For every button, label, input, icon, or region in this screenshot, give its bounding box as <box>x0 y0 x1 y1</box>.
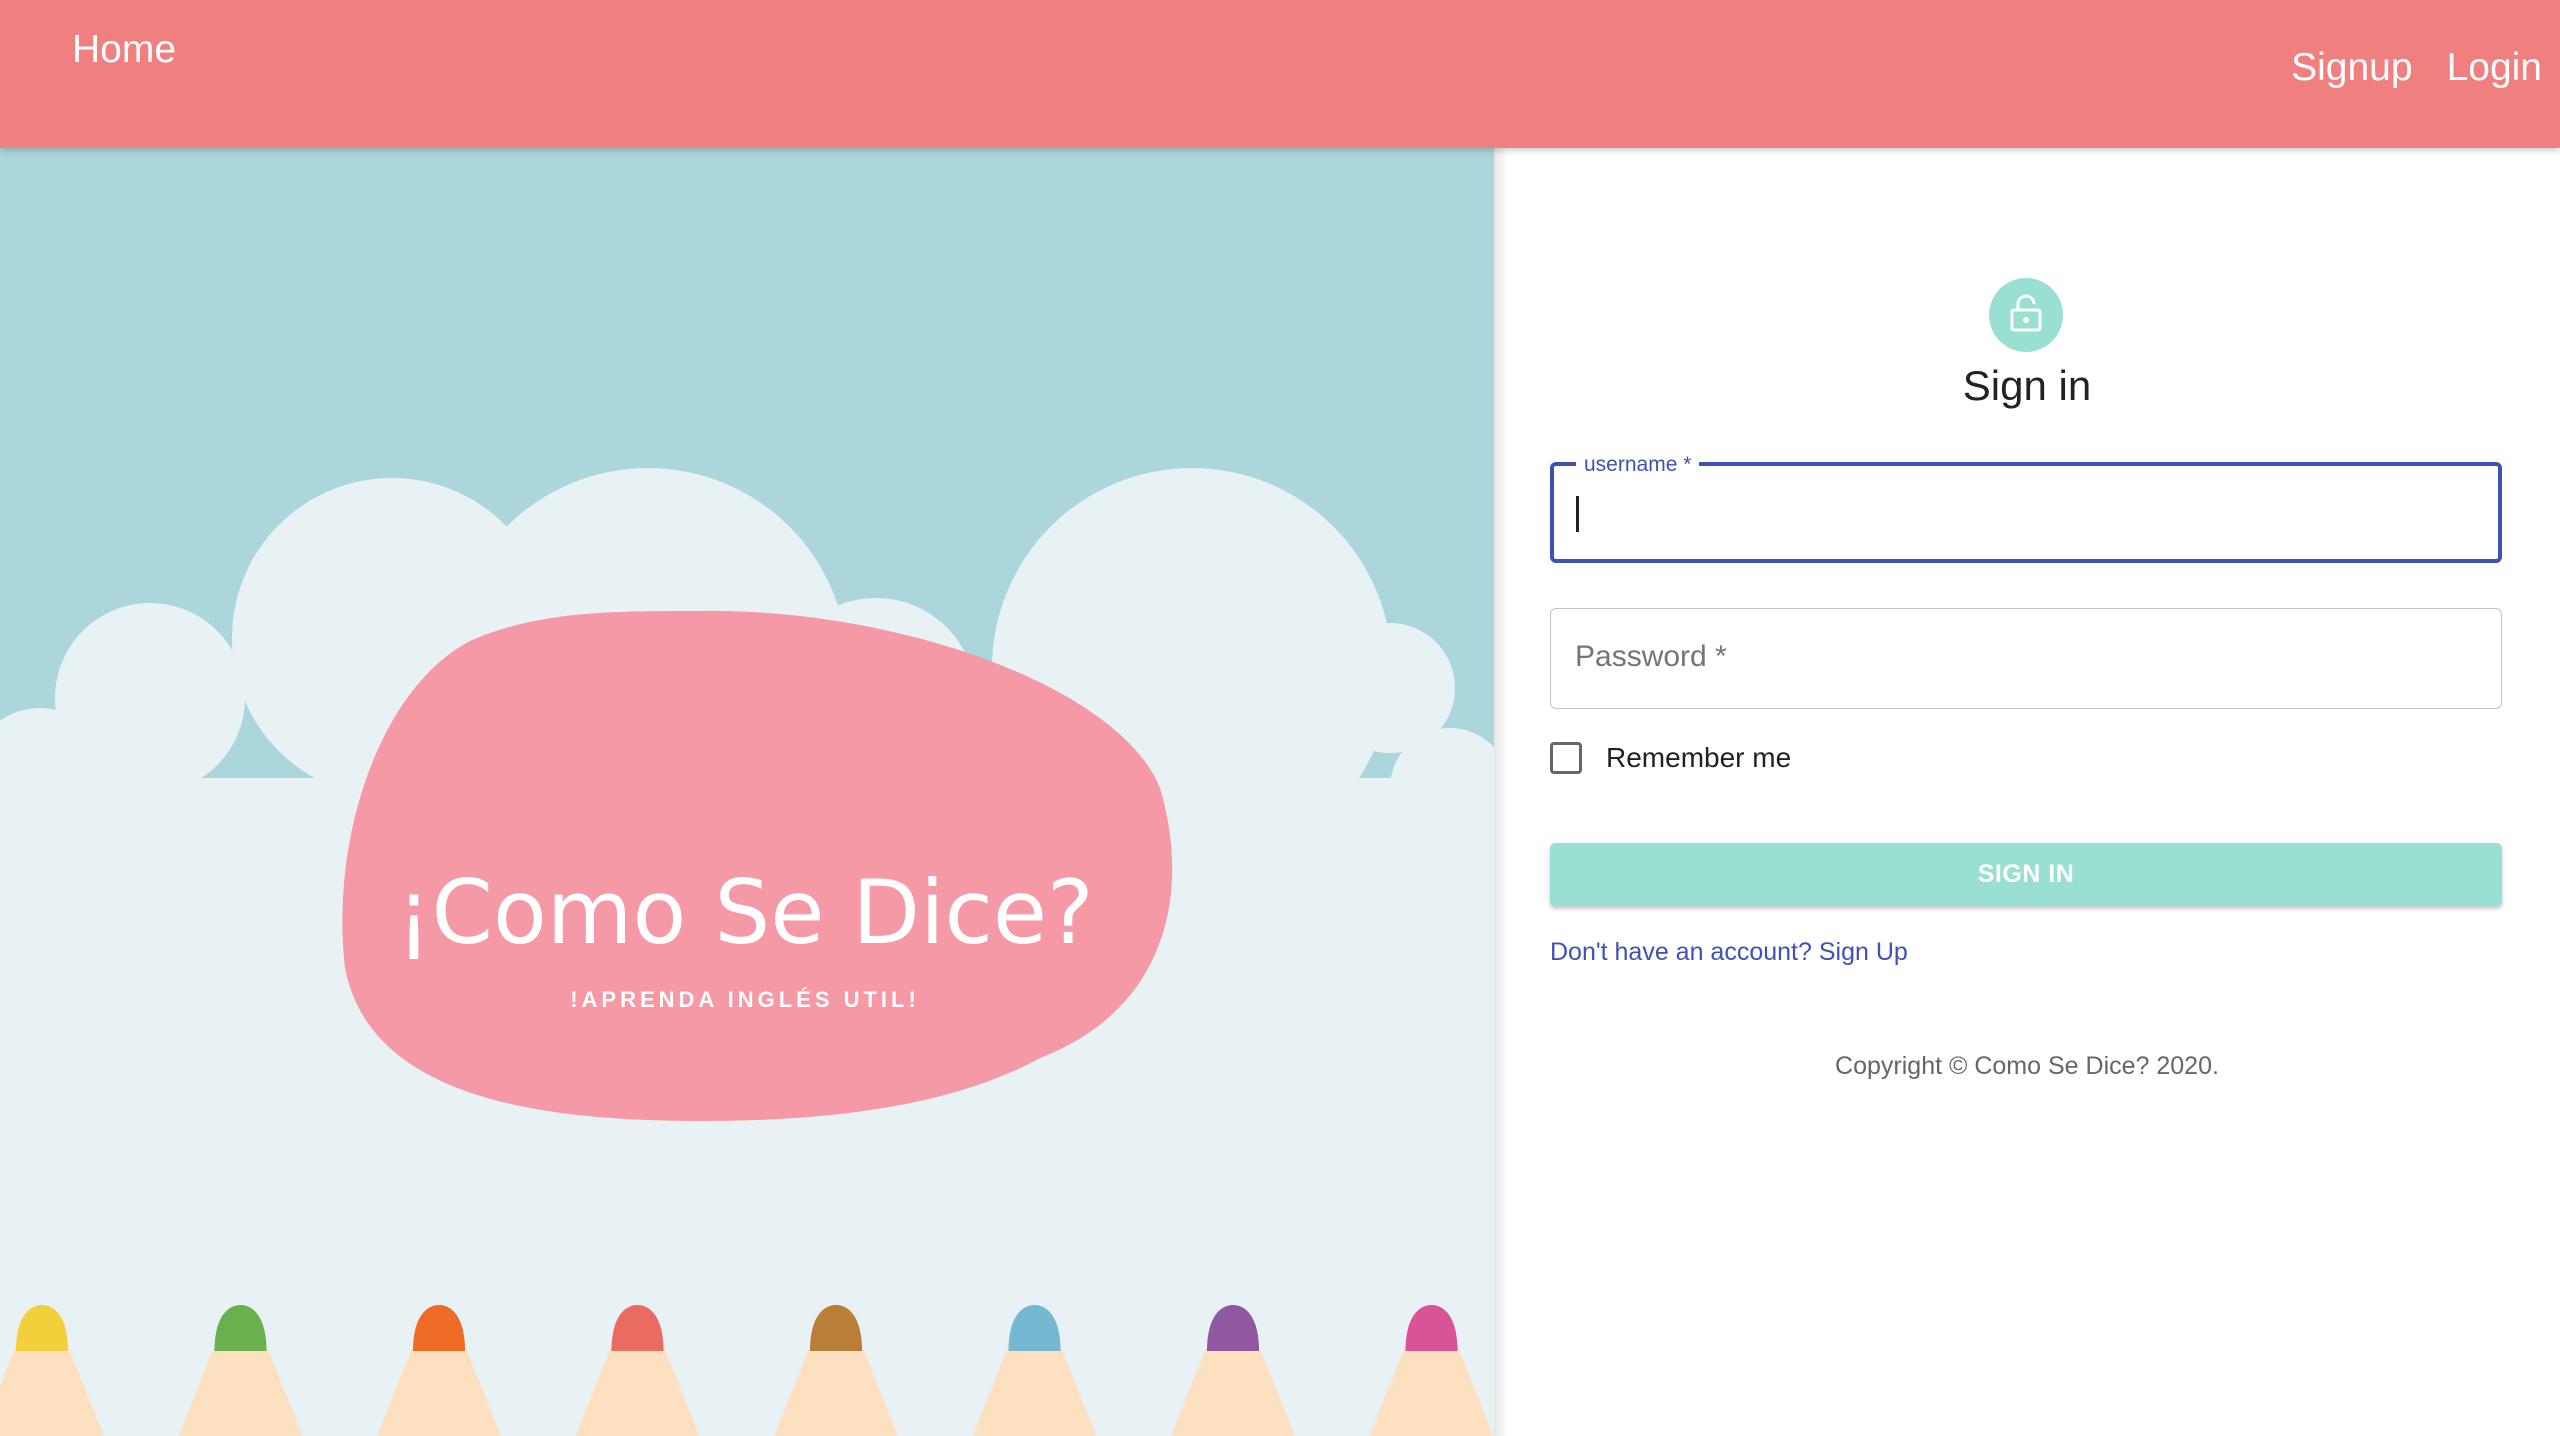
nav-home-link[interactable]: Home <box>72 28 176 72</box>
username-field: username * <box>1550 453 2502 563</box>
password-field <box>1550 608 2502 709</box>
username-label: username * <box>1576 453 1700 477</box>
remember-me-label: Remember me <box>1606 742 1792 773</box>
nav-signup-link[interactable]: Signup <box>2291 46 2412 90</box>
panel-divider-shadow <box>1494 148 1508 1436</box>
app-header: Home Signup Login <box>0 0 2560 148</box>
lock-icon <box>2009 294 2043 337</box>
hero-tagline: !APRENDA INGLÉS UTIL! <box>570 987 920 1012</box>
sign-up-link[interactable]: Don't have an account? Sign Up <box>1550 938 1908 967</box>
lock-avatar <box>1989 278 2063 352</box>
copyright-text: Copyright © Como Se Dice? 2020. <box>1835 1052 2219 1080</box>
password-input[interactable] <box>1575 633 2475 681</box>
hero-title: ¡Como Se Dice? <box>396 861 1094 964</box>
nav-right-group: Signup Login <box>2291 46 2542 90</box>
hero-illustration: ¡Como Se Dice? !APRENDA INGLÉS UTIL! <box>0 148 1494 1436</box>
remember-me-checkbox[interactable] <box>1550 742 1582 774</box>
username-input[interactable] <box>1578 490 2478 538</box>
nav-login-link[interactable]: Login <box>2447 46 2542 90</box>
remember-me-control[interactable]: Remember me <box>1550 742 1791 774</box>
hero-artwork: ¡Como Se Dice? !APRENDA INGLÉS UTIL! <box>0 148 1494 1436</box>
sign-in-panel: Sign in username * Remember me SIGN IN D… <box>1494 148 2560 1436</box>
sign-in-heading: Sign in <box>1962 362 2092 409</box>
sign-in-button[interactable]: SIGN IN <box>1550 843 2502 906</box>
